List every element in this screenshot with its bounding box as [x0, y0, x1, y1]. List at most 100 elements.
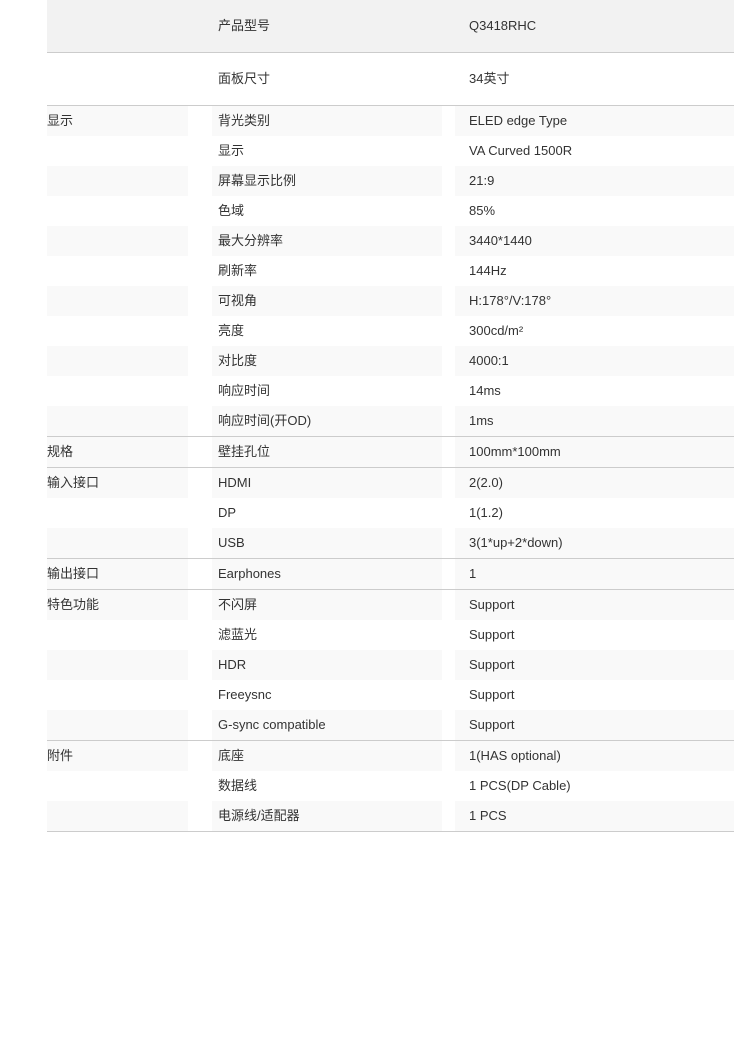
spec-group-specification: 规格 壁挂孔位 100mm*100mm [47, 436, 734, 467]
spec-label: 亮度 [212, 316, 442, 346]
spec-value: 21:9 [455, 166, 734, 196]
spec-value: VA Curved 1500R [455, 136, 734, 166]
spec-group-name [47, 136, 188, 166]
spec-row: 产品型号 Q3418RHC [47, 0, 734, 52]
spec-label: HDR [212, 650, 442, 680]
spec-label: DP [212, 498, 442, 528]
spec-value: Support [455, 710, 734, 740]
spec-row: 响应时间 14ms [47, 376, 734, 406]
spec-value: 1 PCS [455, 801, 734, 831]
spec-group-name [47, 650, 188, 680]
spec-group-panel-size: 面板尺寸 34英寸 [47, 52, 734, 105]
spec-group-name [47, 226, 188, 256]
spec-group-name [47, 406, 188, 436]
spec-label: 面板尺寸 [218, 71, 271, 86]
spec-value: 100mm*100mm [455, 437, 734, 467]
spec-group-accessories: 附件 底座 1(HAS optional) 数据线 1 PCS(DP Cable) 电源线… [47, 740, 734, 831]
spec-row: 显示 VA Curved 1500R [47, 136, 734, 166]
spec-row: 刷新率 144Hz [47, 256, 734, 286]
spec-group-name: 附件 [47, 741, 188, 771]
spec-group-name [47, 0, 188, 52]
spec-label: 对比度 [212, 346, 442, 376]
spec-group-name [47, 680, 188, 710]
spec-row: 滤蓝光 Support [47, 620, 734, 650]
spec-group-name [47, 710, 188, 740]
spec-row: DP 1(1.2) [47, 498, 734, 528]
spec-row: 显示 背光类别 ELED edge Type [47, 106, 734, 136]
spec-label: 滤蓝光 [212, 620, 442, 650]
spec-value: 1(HAS optional) [455, 741, 734, 771]
spec-row: 输出接口 Earphones 1 [47, 559, 734, 589]
spec-sheet-bottom-divider [47, 831, 734, 832]
spec-label: Freeysnc [212, 680, 442, 710]
spec-value: 1 PCS(DP Cable) [455, 771, 734, 801]
spec-row: 数据线 1 PCS(DP Cable) [47, 771, 734, 801]
spec-label: USB [212, 528, 442, 558]
spec-row: 最大分辨率 3440*1440 [47, 226, 734, 256]
spec-group-features: 特色功能 不闪屏 Support 滤蓝光 Support HDR Support Freeys… [47, 589, 734, 740]
spec-value: 300cd/m² [455, 316, 734, 346]
spec-row: 附件 底座 1(HAS optional) [47, 741, 734, 771]
spec-row: 亮度 300cd/m² [47, 316, 734, 346]
spec-group-name [47, 771, 188, 801]
spec-value: 34英寸 [469, 71, 510, 86]
spec-value: 3(1*up+2*down) [455, 528, 734, 558]
spec-label: 响应时间 [212, 376, 442, 406]
spec-row: 响应时间(开OD) 1ms [47, 406, 734, 436]
spec-label: 响应时间(开OD) [212, 406, 442, 436]
spec-value: 144Hz [455, 256, 734, 286]
spec-group-name [47, 498, 188, 528]
spec-group-product-model: 产品型号 Q3418RHC [47, 0, 734, 52]
spec-label: G-sync compatible [212, 710, 442, 740]
spec-row: 屏幕显示比例 21:9 [47, 166, 734, 196]
spec-group-name: 特色功能 [47, 590, 188, 620]
spec-value: 4000:1 [455, 346, 734, 376]
spec-value: Q3418RHC [469, 18, 537, 33]
spec-label: 底座 [212, 741, 442, 771]
spec-label: 数据线 [212, 771, 442, 801]
spec-group-name [47, 256, 188, 286]
spec-value: Support [455, 620, 734, 650]
spec-group-name [47, 801, 188, 831]
spec-row: 特色功能 不闪屏 Support [47, 590, 734, 620]
product-spec-sheet: 产品型号 Q3418RHC 面板尺寸 34英寸 显示 背光类别 ELED edge Type… [0, 0, 734, 831]
spec-group-name [47, 376, 188, 406]
spec-label: 不闪屏 [212, 590, 442, 620]
spec-group-name [47, 53, 188, 105]
spec-group-name: 输入接口 [47, 468, 188, 498]
spec-group-name [47, 620, 188, 650]
spec-row: G-sync compatible Support [47, 710, 734, 740]
spec-group-name [47, 286, 188, 316]
spec-row: HDR Support [47, 650, 734, 680]
spec-label: 产品型号 [218, 18, 271, 33]
spec-row: 色域 85% [47, 196, 734, 226]
spec-value: Support [455, 650, 734, 680]
spec-group-name [47, 316, 188, 346]
spec-value: ELED edge Type [455, 106, 734, 136]
spec-group-display: 显示 背光类别 ELED edge Type 显示 VA Curved 1500R 屏幕显… [47, 105, 734, 436]
spec-label: 刷新率 [212, 256, 442, 286]
spec-value: 1(1.2) [455, 498, 734, 528]
spec-value: 85% [455, 196, 734, 226]
spec-row: 输入接口 HDMI 2(2.0) [47, 468, 734, 498]
spec-row: 面板尺寸 34英寸 [47, 53, 734, 105]
spec-label: 色域 [212, 196, 442, 226]
spec-row: USB 3(1*up+2*down) [47, 528, 734, 558]
spec-group-name [47, 166, 188, 196]
spec-label: 背光类别 [212, 106, 442, 136]
spec-label: 电源线/适配器 [212, 801, 442, 831]
spec-value: Support [455, 590, 734, 620]
spec-label: 最大分辨率 [212, 226, 442, 256]
spec-group-name: 输出接口 [47, 559, 188, 589]
spec-row: 对比度 4000:1 [47, 346, 734, 376]
spec-value: H:178°/V:178° [455, 286, 734, 316]
spec-label: 屏幕显示比例 [212, 166, 442, 196]
spec-value: Support [455, 680, 734, 710]
spec-group-input-ports: 输入接口 HDMI 2(2.0) DP 1(1.2) USB 3(1*up+2*down) [47, 467, 734, 558]
spec-row: 可视角 H:178°/V:178° [47, 286, 734, 316]
spec-label: HDMI [212, 468, 442, 498]
spec-value: 14ms [455, 376, 734, 406]
spec-group-name [47, 528, 188, 558]
spec-value: 2(2.0) [455, 468, 734, 498]
spec-group-output-ports: 输出接口 Earphones 1 [47, 558, 734, 589]
